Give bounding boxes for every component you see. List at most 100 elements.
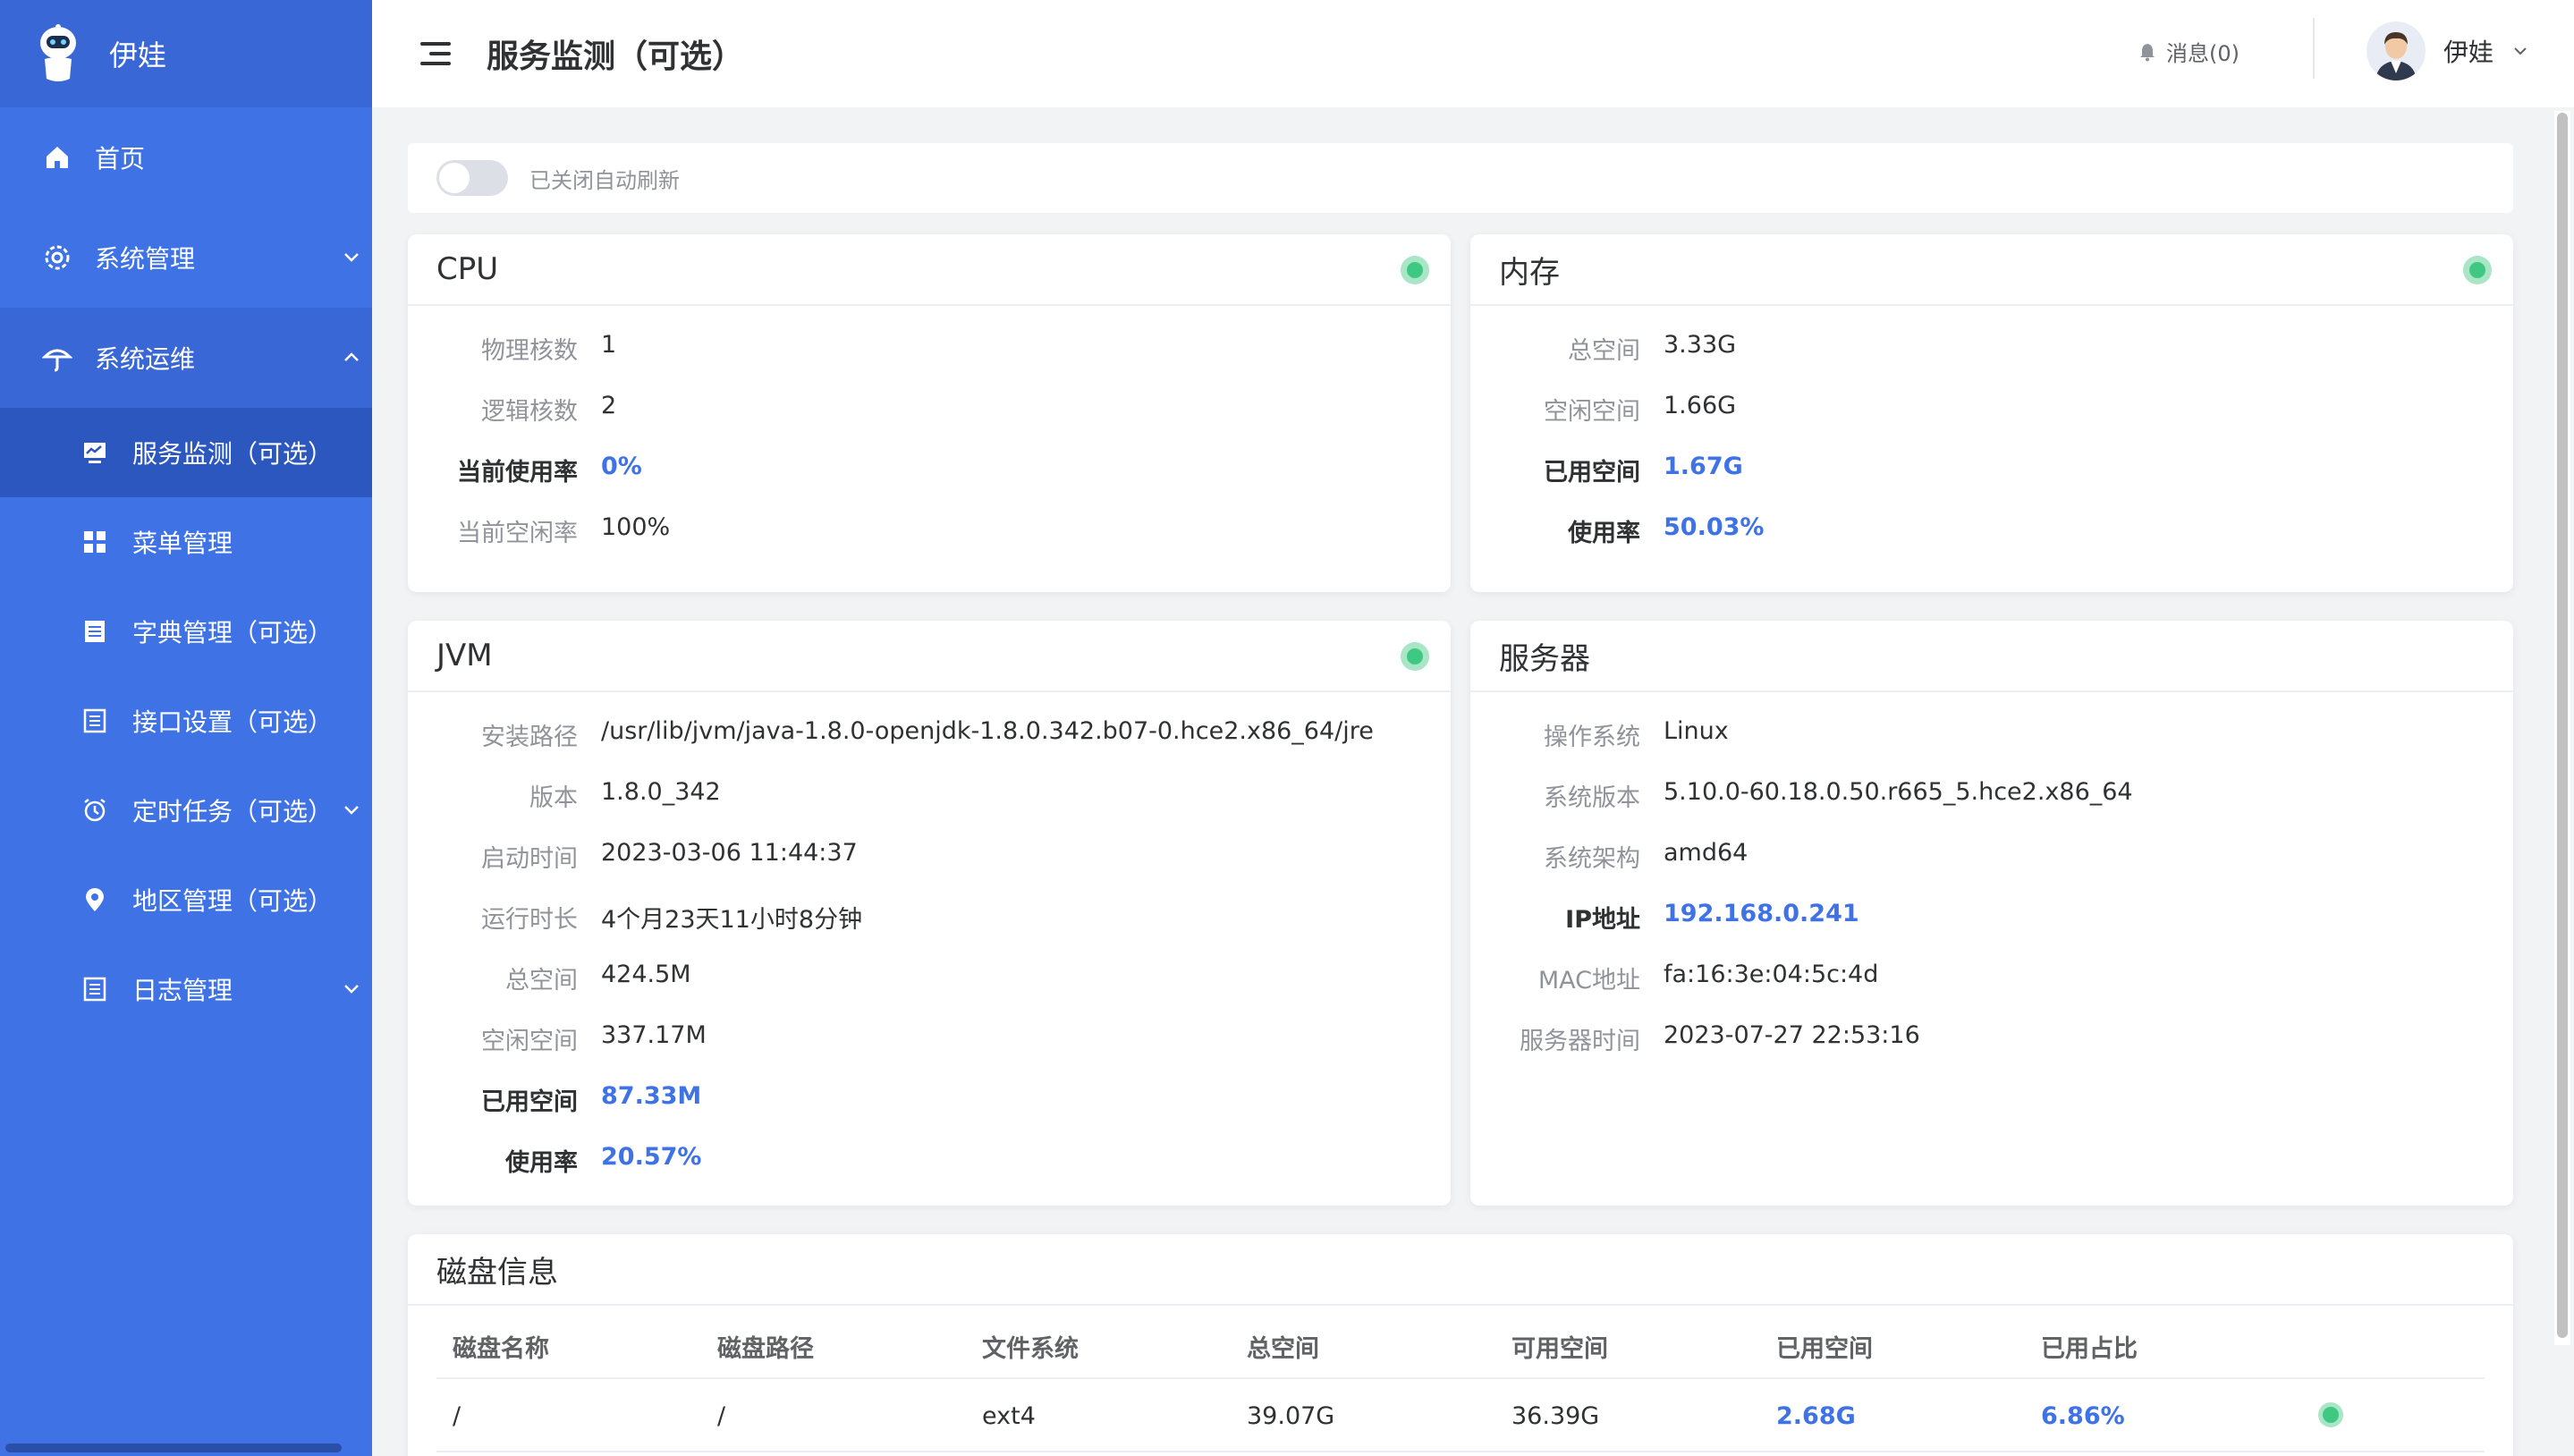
header-divider	[2313, 18, 2315, 79]
status-ok-icon	[2463, 256, 2492, 284]
card-header: 服务器	[1470, 621, 2513, 692]
doc-icon	[79, 973, 111, 1005]
kv-label: 空闲空间	[1544, 398, 1640, 426]
user-menu[interactable]: 伊娃	[2366, 21, 2531, 80]
kv-value: amd64	[1664, 839, 1748, 867]
sidebar-item-label: 地区管理（可选）	[132, 886, 334, 916]
messages-link[interactable]: 消息(0)	[2138, 36, 2240, 67]
table-cell: 39.07G	[1247, 1402, 1335, 1430]
sidebar-item-label: 系统运维	[95, 344, 196, 374]
cpu-card: CPU 物理核数 1 逻辑核数 2 当前使用率 0% 当前空闲率 100%	[408, 234, 1451, 592]
sidebar-scrollbar[interactable]	[5, 1443, 342, 1452]
kv-row: 空闲空间 337.17M	[408, 1002, 1451, 1062]
kv-value: 2023-03-06 11:44:37	[601, 839, 858, 867]
chevron-down-icon	[2514, 47, 2527, 55]
table-cell: 6.86%	[2041, 1402, 2125, 1430]
sidebar: 伊娃 首页 系统管理 系统运维 服务监测（可选） 菜单管理 字典管理（可选） 接…	[0, 0, 372, 1456]
kv-label: 空闲空间	[481, 1028, 578, 1055]
table-cell: 36.39G	[1511, 1402, 1600, 1430]
kv-value: 2	[601, 392, 617, 419]
sidebar-item-log-admin[interactable]: 日志管理	[0, 944, 372, 1034]
kv-label: 已用空间	[1544, 459, 1640, 487]
kv-row: 操作系统 Linux	[1470, 698, 2513, 758]
kv-value: 1	[601, 331, 617, 359]
card-title: JVM	[436, 638, 493, 673]
kv-row: 使用率 20.57%	[408, 1123, 1451, 1184]
table-cell: /	[717, 1402, 726, 1430]
sidebar-item-menu-admin[interactable]: 菜单管理	[0, 497, 372, 587]
gear-icon	[41, 241, 73, 274]
status-ok-icon	[1401, 642, 1429, 671]
memory-card: 内存 总空间 3.33G 空闲空间 1.66G 已用空间 1.67G 使用率 50.03…	[1470, 234, 2513, 592]
chevron-down-icon	[344, 806, 359, 815]
kv-value: 87.33M	[601, 1082, 702, 1110]
kv-row: 总空间 3.33G	[1470, 311, 2513, 372]
kv-row: 物理核数 1	[408, 311, 1451, 372]
server-list: 操作系统 Linux 系统版本 5.10.0-60.18.0.50.r665_5.h…	[1470, 692, 2513, 1062]
kv-row: IP地址 192.168.0.241	[1470, 880, 2513, 941]
sidebar-item-region-admin[interactable]: 地区管理（可选）	[0, 855, 372, 944]
kv-label: 当前空闲率	[457, 520, 578, 547]
column-header: 已用空间	[1776, 1335, 1873, 1363]
sidebar-item-home[interactable]: 首页	[0, 107, 372, 207]
kv-label: MAC地址	[1537, 967, 1640, 995]
kv-label: 安装路径	[481, 724, 578, 751]
kv-label: 物理核数	[481, 337, 578, 365]
auto-refresh-switch[interactable]	[436, 160, 508, 196]
kv-value: 0%	[601, 453, 642, 480]
kv-value: 424.5M	[601, 961, 691, 988]
kv-label: 服务器时间	[1520, 1028, 1640, 1055]
chevron-down-icon	[344, 253, 359, 262]
kv-row: 运行时长 4个月23天11小时8分钟	[408, 880, 1451, 941]
table-header-row: 磁盘名称 磁盘路径 文件系统 总空间 可用空间 已用空间 已用占比	[436, 1306, 2485, 1379]
chevron-down-icon	[344, 985, 359, 994]
vertical-scrollbar[interactable]	[2554, 111, 2570, 1345]
sidebar-item-api-settings[interactable]: 接口设置（可选）	[0, 676, 372, 766]
table-cell: ext4	[982, 1402, 1036, 1430]
kv-label: 系统版本	[1544, 784, 1640, 812]
sidebar-item-scheduled-tasks[interactable]: 定时任务（可选）	[0, 766, 372, 855]
kv-label: 启动时间	[481, 845, 578, 873]
location-icon	[79, 884, 111, 916]
home-icon	[41, 141, 73, 174]
monitor-icon	[79, 436, 111, 469]
kv-row: 系统架构 amd64	[1470, 819, 2513, 880]
kv-row: 版本 1.8.0_342	[408, 758, 1451, 819]
kv-row: MAC地址 fa:16:3e:04:5c:4d	[1470, 941, 2513, 1002]
card-header: JVM	[408, 621, 1451, 692]
kv-label: 总空间	[505, 967, 578, 995]
scrollbar-thumb[interactable]	[2557, 113, 2568, 1338]
kv-value: 192.168.0.241	[1664, 900, 1859, 927]
kv-label: IP地址	[1565, 906, 1640, 934]
sidebar-item-label: 字典管理（可选）	[132, 618, 334, 648]
sidebar-item-system-ops[interactable]: 系统运维	[0, 308, 372, 408]
table-cell: 2.68G	[1776, 1402, 1856, 1430]
kv-row: 服务器时间 2023-07-27 22:53:16	[1470, 1002, 2513, 1062]
card-title: 内存	[1499, 254, 1560, 291]
card-title: 服务器	[1499, 640, 1590, 677]
alarm-icon	[79, 794, 111, 826]
kv-value: 2023-07-27 22:53:16	[1664, 1021, 1920, 1049]
kv-label: 逻辑核数	[481, 398, 578, 426]
sidebar-item-service-monitor[interactable]: 服务监测（可选）	[0, 408, 372, 497]
card-header: 磁盘信息	[408, 1234, 2513, 1306]
kv-label: 使用率	[1568, 520, 1640, 547]
table-cell: /	[453, 1402, 461, 1430]
memory-list: 总空间 3.33G 空闲空间 1.66G 已用空间 1.67G 使用率 50.03%	[1470, 306, 2513, 554]
server-card: 服务器 操作系统 Linux 系统版本 5.10.0-60.18.0.50.r665…	[1470, 621, 2513, 1206]
kv-row: 系统版本 5.10.0-60.18.0.50.r665_5.hce2.x86_64	[1470, 758, 2513, 819]
refresh-toolbar: 已关闭自动刷新	[408, 143, 2513, 213]
sidebar-submenu: 服务监测（可选） 菜单管理 字典管理（可选） 接口设置（可选） 定时任务（可选）	[0, 408, 372, 1034]
chevron-up-icon	[344, 352, 359, 361]
kv-row: 逻辑核数 2	[408, 372, 1451, 433]
kv-value: fa:16:3e:04:5c:4d	[1664, 961, 1879, 988]
kv-label: 已用空间	[481, 1088, 578, 1116]
sidebar-item-system-admin[interactable]: 系统管理	[0, 207, 372, 308]
brand[interactable]: 伊娃	[0, 0, 372, 107]
kv-label: 版本	[529, 784, 578, 812]
menu-toggle-icon[interactable]	[420, 40, 451, 67]
kv-label: 总空间	[1568, 337, 1640, 365]
jvm-list: 安装路径/usr/lib/jvm/java-1.8.0-openjdk-1.8.…	[408, 692, 1451, 1184]
sidebar-item-dict-admin[interactable]: 字典管理（可选）	[0, 587, 372, 676]
kv-value: /usr/lib/jvm/java-1.8.0-openjdk-1.8.0.34…	[601, 717, 1374, 745]
